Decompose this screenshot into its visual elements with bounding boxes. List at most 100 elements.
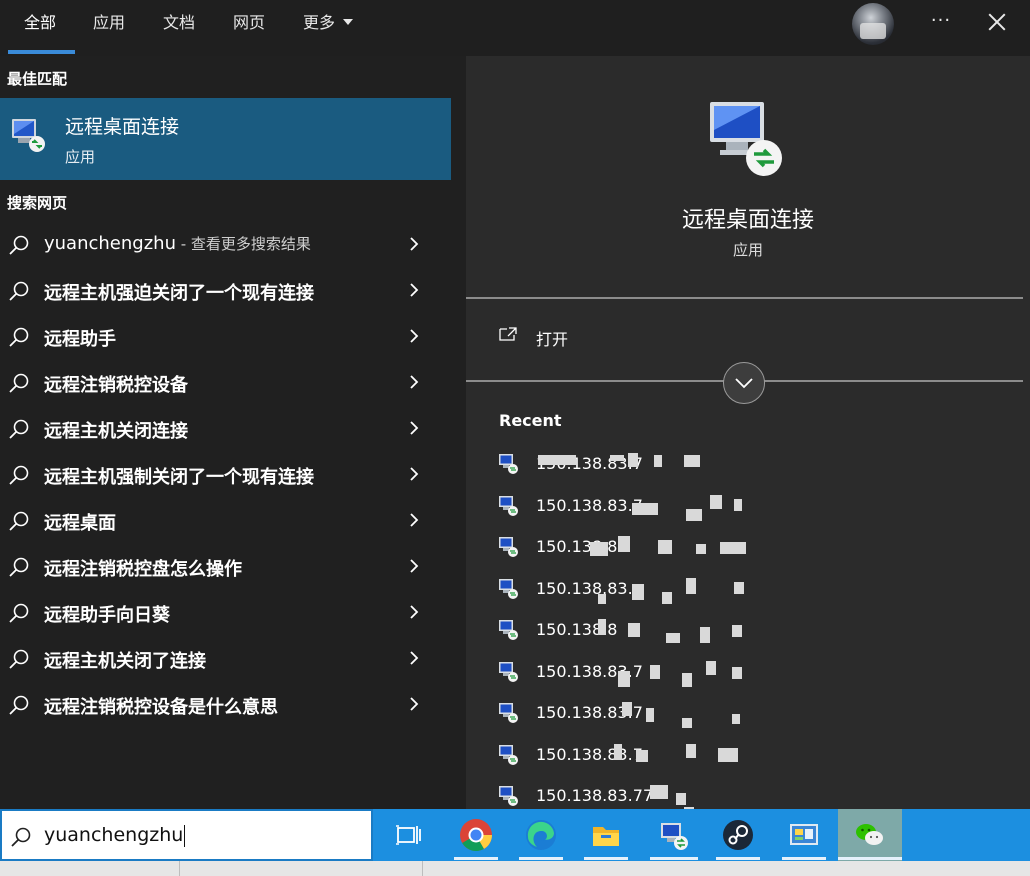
search-icon [9, 511, 29, 531]
file-explorer-icon[interactable] [588, 817, 624, 853]
remote-desktop-icon[interactable] [656, 817, 692, 853]
web-suggestion-item[interactable]: 远程注销税控设备 [0, 360, 451, 406]
chevron-right-icon[interactable] [408, 467, 420, 481]
more-options-button[interactable]: ··· [926, 8, 956, 38]
redaction-block [590, 542, 608, 556]
redaction-block [696, 544, 706, 554]
chevron-right-icon[interactable] [408, 375, 420, 389]
redaction-block [636, 749, 648, 762]
suggestion-text: 远程主机强迫关闭了一个现有连接 [44, 283, 314, 304]
web-suggestion-item[interactable]: yuanchengzhu - 查看更多搜索结果 [0, 222, 451, 268]
chevron-right-icon[interactable] [408, 329, 420, 343]
redaction-block [632, 583, 644, 600]
redaction-block [650, 664, 660, 679]
web-suggestion-item[interactable]: 远程注销税控设备是什么意思 [0, 682, 451, 728]
redaction-block [538, 455, 576, 465]
active-tab-indicator [8, 50, 75, 54]
tab-web[interactable]: 网页 [233, 0, 265, 56]
recent-connection-item[interactable]: 150.138.83.7 [498, 660, 798, 691]
redaction-block [622, 702, 632, 716]
recent-connection-address: 150.138.83.7 [536, 744, 643, 764]
remote-desktop-icon [499, 537, 518, 557]
recent-connection-item[interactable]: 150.138.8 [498, 536, 798, 566]
suggestion-text: 远程桌面 [44, 513, 116, 534]
redaction-block [684, 455, 700, 467]
wechat-icon[interactable] [852, 817, 888, 853]
chevron-right-icon[interactable] [408, 513, 420, 527]
search-icon [9, 649, 29, 669]
redaction-block [686, 508, 702, 521]
redaction-block [734, 581, 744, 594]
open-label: 打开 [536, 330, 569, 349]
chevron-right-icon[interactable] [408, 697, 420, 711]
remote-desktop-icon [710, 102, 782, 176]
tab-all[interactable]: 全部 [24, 0, 56, 56]
search-icon [9, 281, 29, 301]
close-icon[interactable] [984, 8, 1010, 36]
open-external-icon [499, 327, 517, 341]
tab-documents[interactable]: 文档 [163, 0, 195, 56]
app-title: 远程桌面连接 [681, 208, 814, 233]
search-input[interactable]: yuanchengzhu [0, 809, 373, 861]
redaction-block [658, 540, 672, 554]
web-suggestion-item[interactable]: 远程主机关闭连接 [0, 406, 451, 452]
chevron-right-icon[interactable] [408, 421, 420, 435]
recent-connection-item[interactable]: 150.138.83.7 [498, 494, 798, 525]
web-suggestion-item[interactable]: 远程助手向日葵 [0, 590, 451, 636]
redaction-block [598, 593, 606, 604]
chrome-icon[interactable] [458, 817, 494, 853]
edge-icon[interactable] [523, 817, 559, 853]
search-icon [9, 557, 29, 577]
web-suggestion-item[interactable]: 远程注销税控盘怎么操作 [0, 544, 451, 590]
best-match-result[interactable]: 远程桌面连接 应用 [0, 98, 451, 180]
suggestion-text: 远程主机关闭连接 [44, 421, 188, 442]
redaction-block [710, 494, 722, 509]
steam-icon[interactable] [720, 817, 756, 853]
redaction-block [734, 498, 742, 511]
expand-button[interactable] [723, 362, 765, 404]
recent-connection-item[interactable]: 150.138.83.7 [498, 702, 798, 732]
search-icon [9, 373, 29, 393]
results-list: 最佳匹配 远程桌面连接 应用 搜索网页 yuanchengzhu - 查看更多搜… [0, 56, 451, 809]
suggestion-text: 远程助手向日葵 [44, 605, 170, 626]
suggestion-text: 远程注销税控盘怎么操作 [44, 559, 242, 580]
suggestion-text: 远程注销税控设备 [44, 375, 188, 396]
chevron-right-icon[interactable] [408, 651, 420, 665]
task-view-icon[interactable] [390, 817, 426, 853]
recent-connection-item[interactable]: 150.138.8 [498, 619, 798, 649]
recent-connection-item[interactable]: 150.138.83.7 [498, 453, 798, 483]
chevron-right-icon[interactable] [408, 237, 420, 251]
redaction-block [628, 453, 638, 467]
recent-connection-item[interactable]: 150.138.83. [498, 577, 798, 608]
control-panel-icon[interactable] [786, 817, 822, 853]
remote-desktop-icon [499, 495, 518, 516]
web-suggestion-item[interactable]: 远程主机关闭了连接 [0, 636, 451, 682]
recent-connection-item[interactable]: 150.138.83.7 [498, 743, 798, 774]
redaction-block [598, 619, 606, 635]
web-suggestion-item[interactable]: 远程主机强制关闭了一个现有连接 [0, 452, 451, 498]
recent-connection-address: 150.138.83.77 [536, 786, 654, 805]
web-suggestion-item[interactable]: 远程桌面 [0, 498, 451, 544]
tab-apps[interactable]: 应用 [93, 0, 125, 56]
redaction-block [700, 627, 710, 643]
redaction-block [618, 536, 630, 552]
tab-more[interactable]: 更多 [303, 0, 354, 56]
divider [466, 297, 1023, 299]
search-icon [9, 235, 29, 255]
best-match-name: 远程桌面连接 [65, 116, 180, 138]
suggestion-tail: - 查看更多搜索结果 [175, 235, 311, 253]
web-suggestion-item[interactable]: 远程主机强迫关闭了一个现有连接 [0, 268, 451, 314]
running-indicator [584, 857, 628, 860]
suggestion-text: 远程注销税控设备是什么意思 [44, 697, 278, 718]
redaction-block [654, 455, 662, 467]
redaction-block [686, 743, 696, 758]
redaction-block [686, 577, 696, 594]
avatar[interactable] [852, 3, 894, 45]
redaction-block [650, 785, 668, 799]
web-suggestion-item[interactable]: 远程助手 [0, 314, 451, 360]
search-icon [9, 327, 29, 347]
chevron-right-icon[interactable] [408, 283, 420, 297]
chevron-right-icon[interactable] [408, 559, 420, 573]
chevron-right-icon[interactable] [408, 605, 420, 619]
running-indicator [519, 857, 563, 860]
